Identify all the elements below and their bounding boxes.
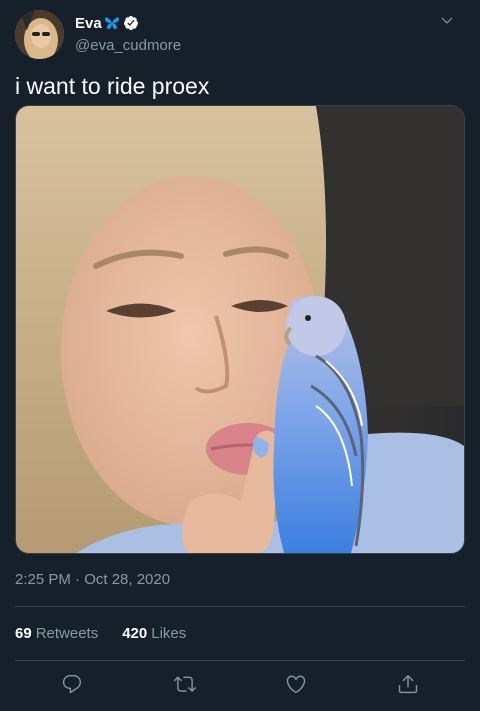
retweets-stat[interactable]: 69 Retweets xyxy=(15,625,98,642)
display-name[interactable]: Eva xyxy=(75,15,102,32)
tweet-photo[interactable] xyxy=(15,105,465,554)
verified-badge-icon xyxy=(123,15,139,31)
user-handle[interactable]: @eva_cudmore xyxy=(75,37,181,54)
like-button[interactable] xyxy=(278,668,314,704)
tweet-timestamp[interactable]: 2:25 PM · Oct 28, 2020 xyxy=(15,571,170,588)
retweet-button[interactable] xyxy=(167,668,203,704)
name-row: Eva xyxy=(75,13,139,33)
chevron-down-icon xyxy=(440,13,454,32)
more-options-button[interactable] xyxy=(437,12,457,32)
tweet-detail: Eva @eva_cudmore i want to ride proex 2:… xyxy=(0,0,480,711)
action-bar xyxy=(0,668,480,704)
divider xyxy=(15,660,465,661)
retweet-icon xyxy=(174,673,196,700)
share-icon xyxy=(397,673,419,700)
retweets-count: 69 xyxy=(15,625,32,642)
reply-icon xyxy=(61,673,83,700)
butterfly-icon xyxy=(104,16,120,30)
avatar[interactable] xyxy=(15,10,64,59)
likes-count: 420 xyxy=(122,625,148,642)
retweets-label: Retweets xyxy=(35,625,99,642)
tweet-stats: 69 Retweets 420 Likes xyxy=(15,625,210,642)
reply-button[interactable] xyxy=(54,668,90,704)
share-button[interactable] xyxy=(390,668,426,704)
like-icon xyxy=(285,673,307,700)
divider xyxy=(15,606,465,607)
likes-stat[interactable]: 420 Likes xyxy=(122,625,186,642)
tweet-text: i want to ride proex xyxy=(15,73,210,99)
likes-label: Likes xyxy=(151,625,187,642)
